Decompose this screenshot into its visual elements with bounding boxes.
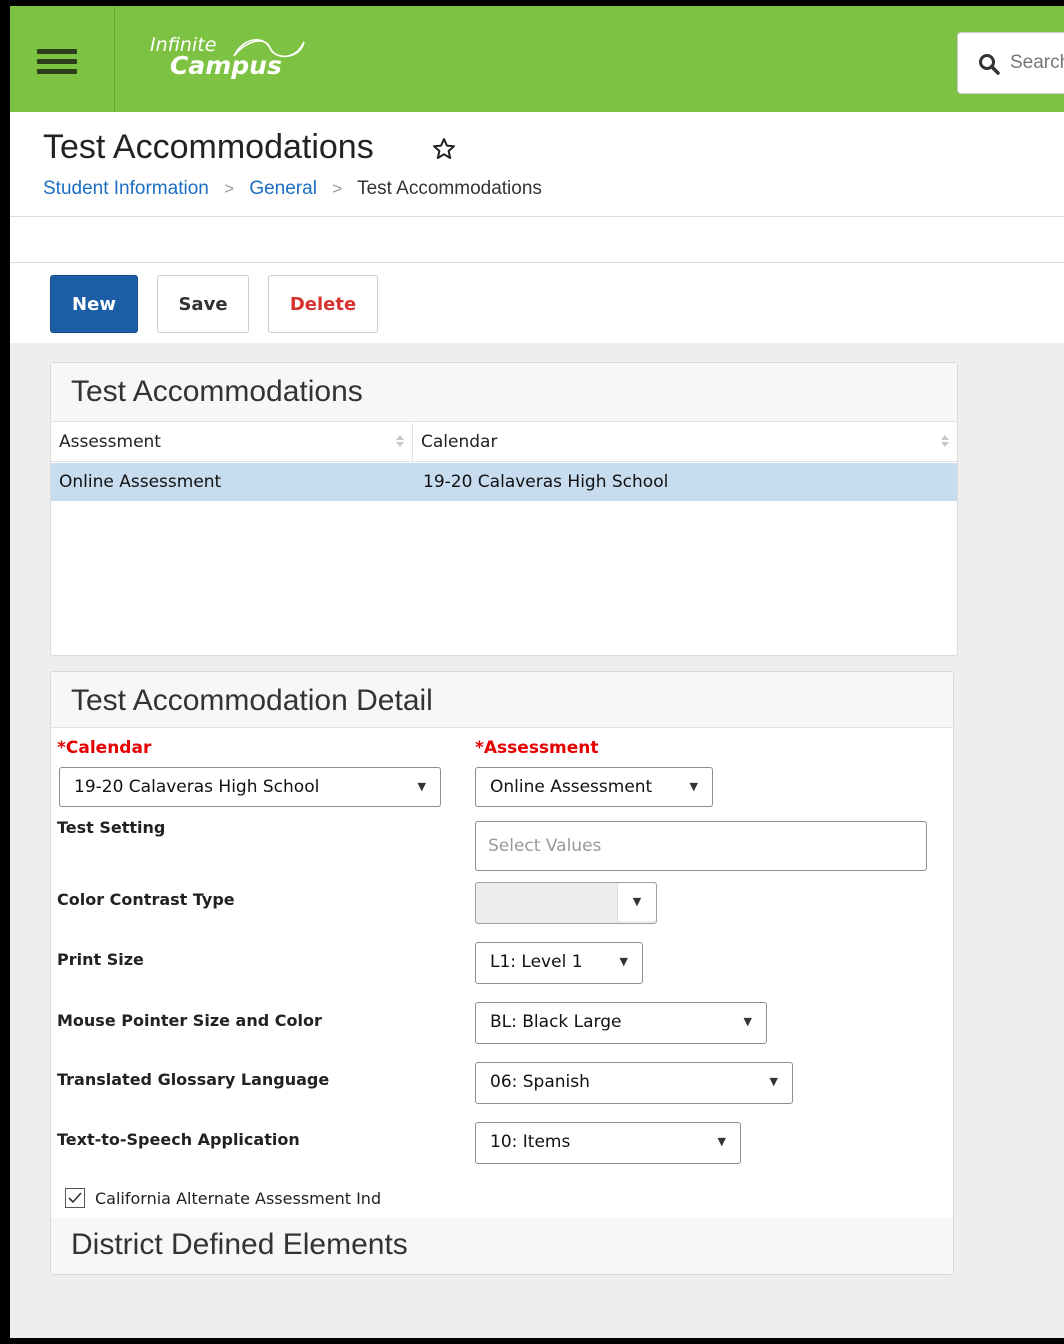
caret-down-icon: ▼ [417, 780, 426, 793]
column-header-label: Calendar [421, 432, 498, 452]
global-search[interactable] [957, 32, 1064, 94]
new-button[interactable]: New [50, 275, 138, 333]
panel-title: Test Accommodations [71, 375, 363, 408]
save-button[interactable]: Save [157, 275, 249, 333]
cell-calendar: 19-20 Calaveras High School [423, 472, 669, 492]
panel-header: Test Accommodations [51, 363, 957, 422]
test-accommodation-detail-panel: Test Accommodation Detail *Calendar *Ass… [50, 671, 954, 1275]
delete-button[interactable]: Delete [268, 275, 378, 333]
cell-assessment: Online Assessment [59, 472, 222, 492]
logo-divider [114, 6, 115, 112]
divider [10, 216, 1064, 217]
search-input[interactable] [1010, 47, 1064, 79]
print-size-select[interactable]: L1: Level 1 ▼ [475, 942, 643, 984]
caret-down-icon: ▼ [689, 780, 698, 793]
breadcrumb-current: Test Accommodations [357, 178, 542, 199]
glossary-label: Translated Glossary Language [57, 1070, 330, 1089]
search-icon [979, 54, 1000, 75]
panel-title: Test Accommodation Detail [71, 684, 433, 717]
main-content: Test Accommodations Assessment Calendar … [10, 343, 1064, 1338]
section-title: District Defined Elements [71, 1228, 408, 1261]
table-header: Assessment Calendar [51, 423, 957, 462]
mouse-pointer-select[interactable]: BL: Black Large ▼ [475, 1002, 767, 1044]
color-contrast-select[interactable]: ▼ [475, 882, 657, 924]
glossary-select-value: 06: Spanish [490, 1072, 590, 1092]
assessment-select[interactable]: Online Assessment ▼ [475, 767, 713, 807]
action-toolbar: New Save Delete [10, 263, 1064, 343]
caret-down-icon: ▼ [717, 1135, 726, 1148]
caret-down-icon: ▼ [743, 1015, 752, 1028]
district-defined-elements-section: District Defined Elements [51, 1218, 953, 1274]
breadcrumb-general[interactable]: General [249, 178, 317, 199]
glossary-select[interactable]: 06: Spanish ▼ [475, 1062, 793, 1104]
column-header-assessment[interactable]: Assessment [51, 423, 413, 461]
test-setting-multiselect[interactable]: Select Values [475, 821, 927, 871]
column-header-label: Assessment [59, 432, 161, 452]
chevron-right-icon: > [224, 179, 235, 198]
print-size-select-value: L1: Level 1 [490, 952, 583, 972]
caret-down-icon: ▼ [617, 883, 656, 921]
hamburger-menu-icon[interactable] [37, 49, 77, 81]
chevron-right-icon: > [332, 179, 343, 198]
table-row[interactable]: Online Assessment 19-20 Calaveras High S… [51, 463, 957, 501]
calendar-select-value: 19-20 Calaveras High School [74, 777, 320, 797]
column-header-calendar[interactable]: Calendar [413, 423, 957, 461]
caret-down-icon: ▼ [769, 1075, 778, 1088]
tts-label: Text-to-Speech Application [57, 1130, 300, 1149]
breadcrumb: Student Information > General > Test Acc… [43, 178, 542, 200]
calendar-select[interactable]: 19-20 Calaveras High School ▼ [59, 767, 441, 807]
checkmark-icon [68, 1192, 82, 1204]
app-frame: Infinite Campus Test Accommodations Stud… [0, 0, 1064, 1344]
tts-select[interactable]: 10: Items ▼ [475, 1122, 741, 1164]
assessment-select-value: Online Assessment [490, 777, 653, 797]
mouse-pointer-label: Mouse Pointer Size and Color [57, 1011, 322, 1030]
page-title: Test Accommodations [43, 128, 374, 166]
infinite-campus-logo[interactable]: Infinite Campus [150, 36, 305, 78]
tts-select-value: 10: Items [490, 1132, 571, 1152]
color-contrast-label: Color Contrast Type [57, 890, 235, 909]
test-setting-label: Test Setting [57, 818, 166, 837]
favorite-star-icon[interactable] [432, 137, 456, 161]
sort-icon [396, 435, 404, 447]
calendar-label: *Calendar [57, 738, 152, 758]
logo-swoosh-icon [233, 39, 305, 58]
caa-checkbox-label: California Alternate Assessment Ind [95, 1189, 382, 1208]
mouse-pointer-select-value: BL: Black Large [490, 1012, 622, 1032]
breadcrumb-student-information[interactable]: Student Information [43, 178, 209, 199]
panel-header: Test Accommodation Detail [51, 672, 953, 728]
top-navigation-bar: Infinite Campus [10, 6, 1064, 112]
test-accommodations-list-panel: Test Accommodations Assessment Calendar … [50, 362, 958, 656]
print-size-label: Print Size [57, 950, 144, 969]
caret-down-icon: ▼ [619, 955, 628, 968]
caa-checkbox[interactable] [65, 1188, 85, 1208]
assessment-label: *Assessment [475, 738, 599, 758]
sort-icon [941, 435, 949, 447]
